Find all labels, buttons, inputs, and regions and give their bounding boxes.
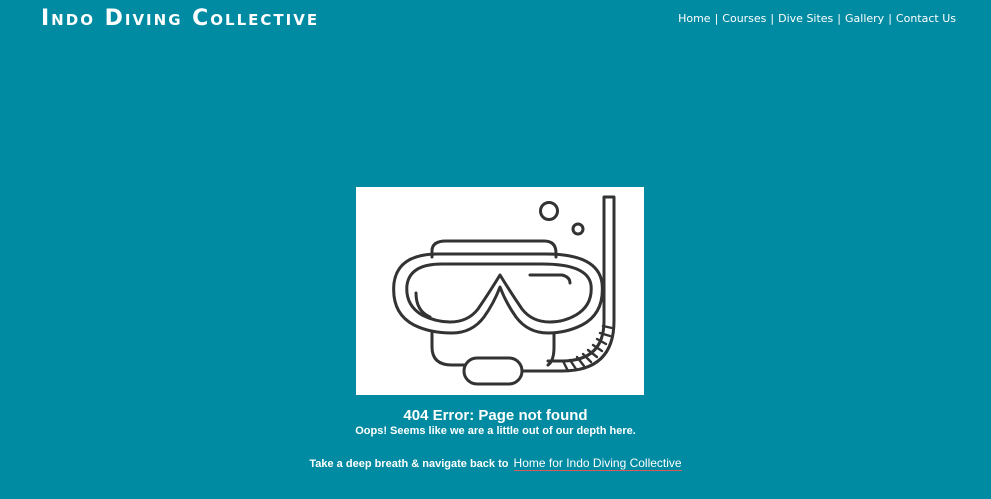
- site-header: Indo Diving Collective Home | Courses | Dive…: [0, 0, 991, 40]
- nav-dive-sites-link[interactable]: Dive Sites: [778, 12, 833, 25]
- snorkel-mask-icon: [392, 195, 616, 386]
- back-home-link[interactable]: Home for Indo Diving Collective: [513, 456, 682, 471]
- nav-contact-link[interactable]: Contact Us: [896, 12, 956, 25]
- snorkel-mask-image: [356, 187, 644, 395]
- snorkel-ridges: [561, 324, 614, 373]
- nav-separator: |: [837, 12, 842, 25]
- snorkel-tube: [520, 195, 616, 373]
- main-nav: Home | Courses | Dive Sites | Gallery | Contact …: [678, 12, 956, 26]
- bubble-large: [539, 201, 559, 221]
- error-subtitle: Oops! Seems like we are a little out of …: [355, 425, 636, 437]
- back-text: Take a deep breath & navigate back to: [309, 458, 509, 470]
- nav-courses-link[interactable]: Courses: [722, 12, 766, 25]
- mask-lower-face: [430, 331, 466, 367]
- nav-separator: |: [888, 12, 892, 25]
- bubble-small: [571, 222, 585, 236]
- error-title: 404 Error: Page not found: [403, 407, 588, 424]
- back-navigation-line: Take a deep breath & navigate back to Ho…: [0, 456, 991, 471]
- site-brand[interactable]: Indo Diving Collective: [41, 6, 319, 32]
- snorkel-mouthpiece: [462, 356, 524, 386]
- lens-reflection-right: [528, 273, 572, 285]
- nav-gallery-link[interactable]: Gallery: [845, 12, 884, 25]
- nav-separator: |: [714, 12, 719, 25]
- nav-home-link[interactable]: Home: [678, 12, 710, 25]
- nav-separator: |: [770, 12, 775, 25]
